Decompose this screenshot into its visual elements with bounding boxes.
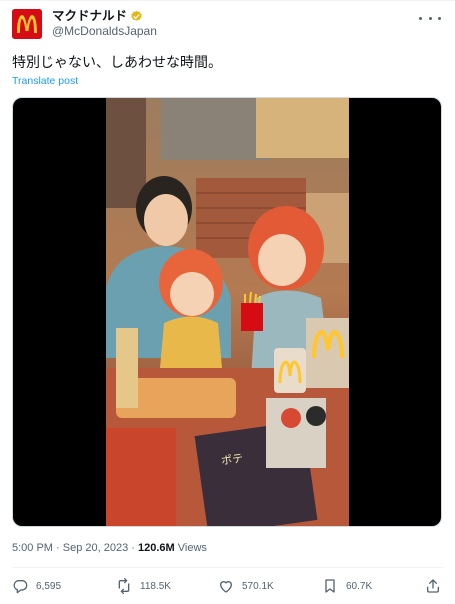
more-dot-icon: [419, 16, 422, 20]
translate-post-link[interactable]: Translate post: [12, 75, 78, 87]
author-display-name[interactable]: マクドナルド: [52, 9, 127, 24]
media-illustration: ポテ: [106, 98, 349, 526]
author-names: マクドナルド @McDonaldsJapan: [52, 9, 157, 39]
share-button[interactable]: [425, 575, 441, 597]
mcdonalds-logo-icon: [12, 9, 42, 39]
tweet-card: マクドナルド @McDonaldsJapan 特別じゃない、しあわせな時間。 T…: [0, 0, 455, 604]
post-time[interactable]: 5:00 PM: [12, 542, 53, 554]
repost-button[interactable]: 118.5K: [116, 575, 171, 597]
more-dot-icon: [438, 16, 441, 20]
like-count: 570.1K: [242, 580, 274, 592]
share-icon: [427, 579, 439, 593]
author-display-name-row[interactable]: マクドナルド: [52, 9, 157, 24]
views-label: Views: [177, 542, 207, 554]
post-date[interactable]: Sep 20, 2023: [63, 542, 128, 554]
avatar[interactable]: [12, 9, 42, 39]
like-button[interactable]: 570.1K: [218, 575, 274, 597]
meta-separator: ·: [56, 542, 60, 554]
tweet-header: マクドナルド @McDonaldsJapan: [12, 9, 443, 41]
tweet-text: 特別じゃない、しあわせな時間。: [12, 54, 222, 70]
views-count: 120.6M: [138, 542, 175, 554]
meta-separator: ·: [131, 542, 135, 554]
more-dot-icon: [428, 16, 432, 20]
action-bar: 6,595 118.5K 570.1K 60.7K: [12, 575, 443, 597]
verified-badge-icon: [131, 10, 142, 21]
author-handle[interactable]: @McDonaldsJapan: [52, 24, 157, 39]
heart-icon: [220, 581, 232, 593]
bookmark-button[interactable]: 60.7K: [322, 575, 372, 597]
tweet-meta: 5:00 PM · Sep 20, 2023 · 120.6M Views: [12, 541, 207, 555]
tweet-media[interactable]: ポテ: [12, 97, 442, 527]
repost-icon: [118, 578, 130, 594]
reply-button[interactable]: 6,595: [12, 575, 61, 597]
bookmark-count: 60.7K: [346, 580, 373, 592]
reply-count: 6,595: [36, 580, 62, 592]
reply-icon: [13, 580, 28, 594]
bookmark-icon: [325, 579, 335, 593]
more-options-button[interactable]: [419, 11, 441, 25]
repost-count: 118.5K: [140, 580, 171, 592]
divider: [12, 567, 443, 568]
